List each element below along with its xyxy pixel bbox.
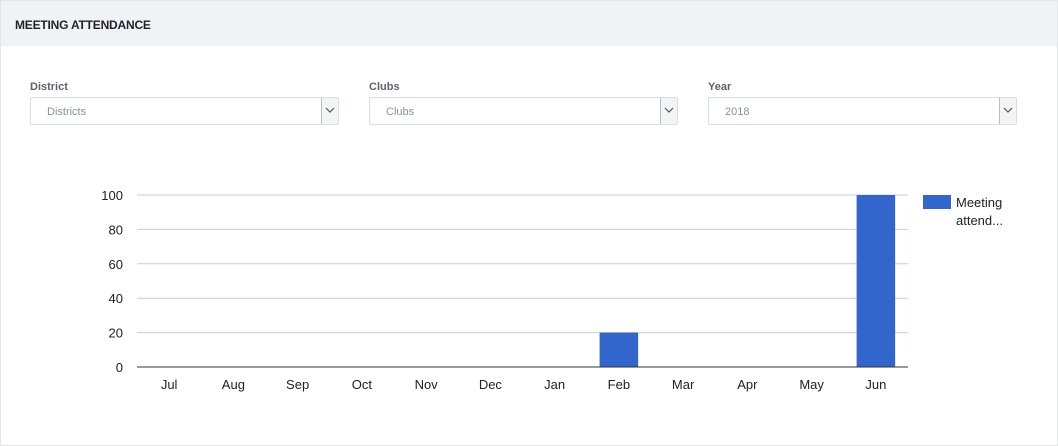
x-tick-label: Jun <box>865 377 886 392</box>
legend-label: Meeting attend... <box>956 195 1003 228</box>
y-tick-label: 0 <box>116 360 123 375</box>
x-tick-label: Jan <box>544 377 565 392</box>
x-tick-label: Nov <box>415 377 439 392</box>
y-tick-label: 60 <box>109 257 123 272</box>
x-tick-label: Dec <box>479 377 503 392</box>
x-tick-label: Apr <box>737 377 758 392</box>
x-tick-label: Jul <box>161 377 178 392</box>
y-tick-label: 40 <box>109 291 123 306</box>
x-tick-label: Oct <box>352 377 373 392</box>
x-tick-label: Aug <box>222 377 245 392</box>
y-tick-label: 20 <box>109 326 123 341</box>
y-tick-label: 80 <box>109 222 123 237</box>
legend-swatch <box>923 195 951 209</box>
x-tick-label: May <box>799 377 824 392</box>
attendance-bar-chart: 0 20 40 60 80 100 Jul Aug Sep Oct Nov Dec Jan Feb Mar A… <box>101 188 1003 392</box>
x-tick-label: Mar <box>672 377 695 392</box>
bar <box>856 195 896 367</box>
x-tick-label: Feb <box>608 377 630 392</box>
bar <box>599 332 639 367</box>
x-tick-label: Sep <box>286 377 309 392</box>
y-tick-label: 100 <box>101 188 123 203</box>
